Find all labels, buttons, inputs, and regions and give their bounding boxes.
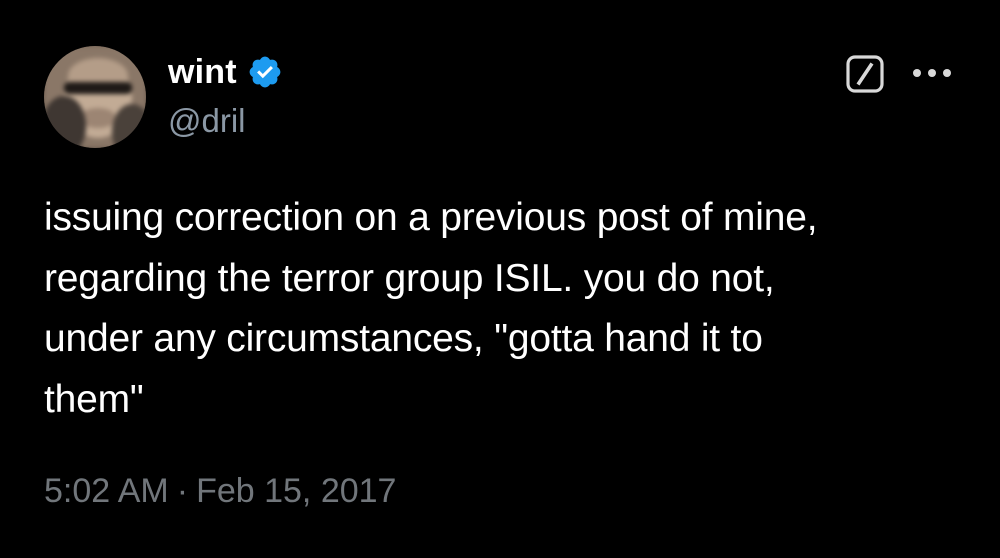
more-dots-icon[interactable] [911,63,953,83]
post-timestamp[interactable]: 5:02 AM · Feb 15, 2017 [44,472,396,511]
avatar-image [44,46,146,148]
post-text: issuing correction on a previous post of… [44,196,818,421]
avatar[interactable] [44,46,146,148]
user-handle[interactable]: @dril [168,102,246,140]
post-card: wint @dril issuing correction on a previ… [0,0,1000,558]
post-time[interactable]: 5:02 AM [44,472,169,511]
verified-badge-icon [249,56,281,88]
post-date[interactable]: Feb 15, 2017 [196,472,396,511]
grok-icon[interactable] [845,54,885,94]
author-name-row: wint [168,52,283,92]
timestamp-separator: · [176,472,189,510]
display-name[interactable]: wint [168,53,237,92]
